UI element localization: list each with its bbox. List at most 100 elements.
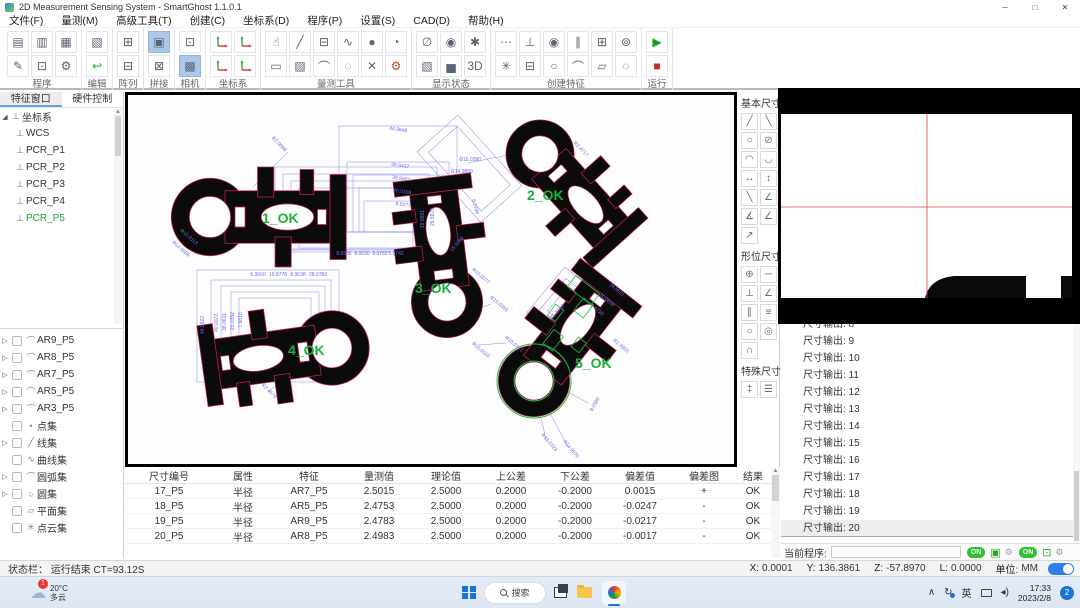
visibility-checkbox[interactable] <box>12 438 22 448</box>
show-dimensions-button[interactable]: ∅ <box>416 31 438 53</box>
program-open-button[interactable]: ▥ <box>31 31 53 53</box>
dimension-output-item[interactable]: 尺寸输出: 11 <box>781 367 1080 384</box>
dim-angle-point-button[interactable]: ∠ <box>760 208 777 225</box>
array-create-button[interactable]: ⊞ <box>117 31 139 53</box>
settings-gear-icon-2[interactable]: ⚙ <box>1055 547 1063 558</box>
part-2[interactable] <box>484 99 652 272</box>
visibility-checkbox[interactable] <box>12 387 22 397</box>
create-box-feature-button[interactable]: ⊞ <box>591 31 613 53</box>
feature-item-AR7_P5[interactable]: ▷⌒AR7_P5 <box>0 366 116 383</box>
expand-arrow-icon[interactable]: ▷ <box>0 354 10 362</box>
create-parallel-button[interactable]: ∥ <box>567 31 589 53</box>
program-settings-button[interactable]: ⚙ <box>55 55 77 77</box>
dim-radius-outer-button[interactable]: ◡ <box>760 151 777 168</box>
expand-arrow-icon[interactable]: ▷ <box>0 388 10 396</box>
expand-arrow-icon[interactable]: ▷ <box>0 490 10 498</box>
tree-item-PCR_P2[interactable]: ⊥PCR_P2 <box>0 159 123 176</box>
menu-item-3[interactable]: 高级工具(T) <box>107 13 180 28</box>
task-view-button[interactable] <box>554 587 567 598</box>
menu-item-1[interactable]: 文件(F) <box>0 13 52 28</box>
clock[interactable]: 17:33 2023/2/8 <box>1018 583 1051 603</box>
camera-grid-button[interactable]: ▩ <box>179 55 201 77</box>
geo-roundness-button[interactable]: ○ <box>741 323 758 340</box>
dim-radius-inner-button[interactable]: ◠ <box>741 151 758 168</box>
part-3[interactable] <box>386 172 497 343</box>
table-row[interactable]: 20_P5半径AR8_P52.49832.50000.2000-0.2000-0… <box>125 529 780 544</box>
gauge-tool-button[interactable]: ⌒ <box>313 55 335 77</box>
stitch-settings-button[interactable]: ⊠ <box>148 55 170 77</box>
dimension-output-item[interactable]: 尺寸输出: 13 <box>781 401 1080 418</box>
dim-point-line-button[interactable]: ╱ <box>741 113 758 130</box>
live-toggle-1[interactable]: ON <box>967 547 986 558</box>
csys-build-button[interactable] <box>210 31 232 53</box>
feature-item-AR9_P5[interactable]: ▷⌒AR9_P5 <box>0 332 116 349</box>
run-start-button[interactable]: ▶ <box>646 31 668 53</box>
blob-tool-button[interactable]: ● <box>361 31 383 53</box>
show-histogram-button[interactable]: ▅ <box>440 55 462 77</box>
special-list-button[interactable]: ☰ <box>760 381 777 398</box>
tools-extra-button[interactable]: ✕ <box>361 55 383 77</box>
visibility-checkbox[interactable] <box>12 523 22 533</box>
table-scrollbar[interactable]: ▲ <box>771 468 780 558</box>
menu-item-9[interactable]: 帮助(H) <box>459 13 513 28</box>
network-icon[interactable] <box>981 589 992 597</box>
geo-symmetry-button[interactable]: ≡ <box>760 304 777 321</box>
dim-line-button[interactable]: ╲ <box>741 189 758 206</box>
dimension-output-item[interactable]: 尺寸输出: 18 <box>781 486 1080 503</box>
show-image-button[interactable]: ▧ <box>416 55 438 77</box>
dim-diameter-button[interactable]: ⊘ <box>760 132 777 149</box>
curve-tool-button[interactable]: ∿ <box>337 31 359 53</box>
geo-profile-button[interactable]: ∩ <box>741 342 758 359</box>
program-new-button[interactable]: ▤ <box>7 31 29 53</box>
feature-item-AR8_P5[interactable]: ▷⌒AR8_P5 <box>0 349 116 366</box>
circle-select-tool-button[interactable]: ◌ <box>337 55 359 77</box>
volume-icon[interactable]: ◂) <box>1001 587 1009 598</box>
dim-angle-line-button[interactable]: ∡ <box>741 208 758 225</box>
maximize-button[interactable]: □ <box>1020 3 1050 12</box>
notification-badge[interactable]: 2 <box>1060 586 1074 600</box>
tab-feature-window[interactable]: 特征窗口 <box>0 92 62 107</box>
program-edit-button[interactable]: ✎ <box>7 55 29 77</box>
image-edit-button[interactable]: ▧ <box>86 31 108 53</box>
geo-perpendicularity-button[interactable]: ⊥ <box>741 285 758 302</box>
feature-item-AR3_P5[interactable]: ▷⌒AR3_P5 <box>0 400 116 417</box>
dim-vector-button[interactable]: ↗ <box>741 227 758 244</box>
dim-distance-v-button[interactable]: ↕ <box>760 170 777 187</box>
create-circle-button[interactable]: ○ <box>543 55 565 77</box>
unit-toggle[interactable] <box>1048 563 1074 575</box>
run-stop-button[interactable]: ■ <box>646 55 668 77</box>
sync-icon[interactable]: ↻ <box>944 587 952 598</box>
tree-item-PCR_P5[interactable]: ⊥PCR_P5 <box>0 210 123 227</box>
visibility-checkbox[interactable] <box>12 404 22 414</box>
dimension-output-item[interactable]: 尺寸输出: 17 <box>781 469 1080 486</box>
caliper-box-tool-button[interactable]: ▭ <box>265 55 287 77</box>
file-explorer-button[interactable] <box>577 587 592 598</box>
tree-item-PCR_P4[interactable]: ⊥PCR_P4 <box>0 193 123 210</box>
visibility-checkbox[interactable] <box>12 455 22 465</box>
menu-item-6[interactable]: 程序(P) <box>298 13 351 28</box>
expand-arrow-icon[interactable]: ▷ <box>0 371 10 379</box>
geo-angularity-button[interactable]: ∠ <box>760 285 777 302</box>
pie-tool-button[interactable]: ◔ <box>385 31 407 53</box>
geo-concentricity-button[interactable]: ◎ <box>760 323 777 340</box>
tab-hardware-control[interactable]: 硬件控制 <box>62 92 124 107</box>
visibility-checkbox[interactable] <box>12 370 22 380</box>
step-continue-button[interactable]: ↩ <box>86 55 108 77</box>
dimension-output-item[interactable]: 尺寸输出: 10 <box>781 350 1080 367</box>
feature-item-线集[interactable]: ▷╱线集 <box>0 434 116 451</box>
dimension-output-item[interactable]: 尺寸输出: 16 <box>781 452 1080 469</box>
close-button[interactable]: ✕ <box>1050 3 1080 12</box>
weather-widget[interactable]: ☁1 20°C 多云 <box>30 583 68 603</box>
create-star-point-button[interactable]: ✳ <box>495 55 517 77</box>
image-search-icon[interactable]: ⊡ <box>1042 546 1051 559</box>
dimension-output-item[interactable]: 尺寸输出: 8 <box>781 324 1080 333</box>
geo-straightness-button[interactable]: ─ <box>760 266 777 283</box>
table-row[interactable]: 18_P5半径AR5_P52.47532.50000.2000-0.2000-0… <box>125 499 780 514</box>
output-scrollbar[interactable] <box>1073 324 1080 543</box>
pick-tool-button[interactable]: ☝ <box>265 31 287 53</box>
smartghost-app-button[interactable] <box>602 581 626 605</box>
menu-item-5[interactable]: 坐标系(D) <box>234 13 298 28</box>
visibility-checkbox[interactable] <box>12 353 22 363</box>
menu-item-8[interactable]: CAD(D) <box>404 15 459 27</box>
show-3d-button[interactable]: 3D <box>464 55 486 77</box>
